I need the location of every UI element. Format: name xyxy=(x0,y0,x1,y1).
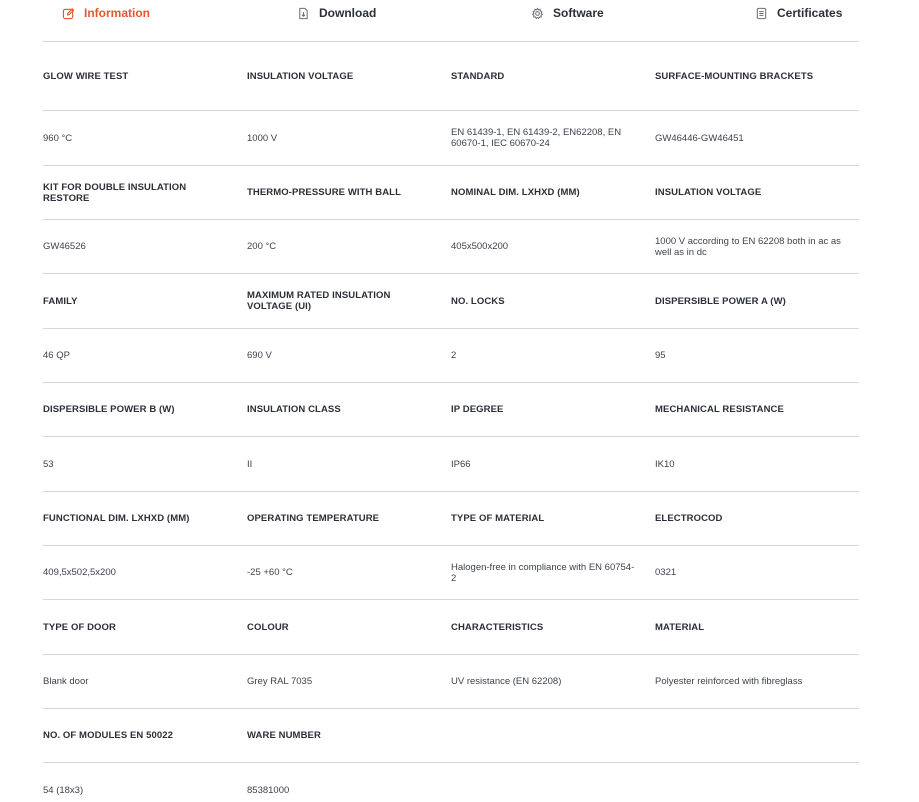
spec-label: No. locks xyxy=(451,295,505,307)
spec-label: Insulation voltage xyxy=(655,187,762,198)
spec-value-row: Blank door Grey RAL 7035 UV resistance (… xyxy=(43,655,859,709)
spec-value: 1000 V according to EN 62208 both in ac … xyxy=(655,235,841,258)
tab-label: Information xyxy=(84,6,150,20)
spec-value: 0321 xyxy=(655,567,677,578)
spec-value: 46 QP xyxy=(43,350,70,361)
tab-label: Certificates xyxy=(777,6,843,20)
spec-label: Kit for double insulation restore xyxy=(43,181,187,204)
spec-label-row: Type of door Colour Characteristics Mate… xyxy=(43,600,859,655)
spec-label-row: Glow wire test Insulation voltage Standa… xyxy=(43,42,859,111)
spec-label: Family xyxy=(43,295,78,307)
tab-software[interactable]: Software xyxy=(531,5,604,21)
spec-value: 2 xyxy=(451,350,457,361)
gear-icon xyxy=(531,6,544,20)
spec-label: Type of door xyxy=(43,621,116,633)
spec-value: Grey RAL 7035 xyxy=(247,676,313,687)
spec-value: 405x500x200 xyxy=(451,241,509,252)
spec-label-row: Functional dim. LxHxD (mm) Operating tem… xyxy=(43,492,859,546)
spec-value: 95 xyxy=(655,350,666,361)
edit-icon xyxy=(62,7,75,20)
tab-certificates[interactable]: Certificates xyxy=(755,5,842,21)
spec-value: 960 °C xyxy=(43,132,73,144)
spec-value: IP66 xyxy=(451,458,471,470)
spec-value: 85381000 xyxy=(247,784,290,796)
spec-label: Nominal dim. LxHxD (mm) xyxy=(451,187,580,198)
spec-label: Standard xyxy=(451,70,505,82)
spec-label: Insulation class xyxy=(247,404,341,415)
spec-label: Mechanical resistance xyxy=(655,404,784,415)
spec-label: Colour xyxy=(247,621,289,633)
spec-value: -25 +60 °C xyxy=(247,567,293,578)
document-icon xyxy=(755,7,768,20)
spec-value: GW46446-GW46451 xyxy=(655,132,744,144)
spec-label: Thermo-pressure with ball xyxy=(247,187,401,198)
spec-value-row: 960 °C 1000 V EN 61439-1, EN 61439-2, EN… xyxy=(43,111,859,166)
spec-label: Dispersible power B (W) xyxy=(43,404,175,415)
spec-value: UV resistance (EN 62208) xyxy=(451,676,562,687)
spec-value-row: 409,5x502,5x200 -25 +60 °C Halogen-free … xyxy=(43,546,859,600)
spec-label-row: No. of modules EN 50022 Ware number xyxy=(43,709,859,763)
tab-bar: Information Download Software Certificat… xyxy=(43,0,859,42)
spec-label: Dispersible power A (W) xyxy=(655,295,786,307)
spec-label: Functional dim. LxHxD (mm) xyxy=(43,513,190,524)
spec-value: EN 61439-1, EN 61439-2, EN62208, EN 6067… xyxy=(451,127,622,149)
spec-label: Operating temperature xyxy=(247,513,380,524)
specifications-table: Glow wire test Insulation voltage Standa… xyxy=(43,42,859,802)
spec-value-row: 46 QP 690 V 2 95 xyxy=(43,329,859,383)
spec-label: Surface-mounting brackets xyxy=(655,70,814,82)
spec-label-row: Family Maximum rated insulation voltage … xyxy=(43,274,859,329)
spec-label: Characteristics xyxy=(451,621,544,633)
tab-label: Software xyxy=(553,6,604,20)
spec-value: Polyester reinforced with fibreglass xyxy=(655,676,803,687)
spec-label: Electrocod xyxy=(655,513,723,524)
spec-label: Glow wire test xyxy=(43,70,129,82)
spec-label-row: Kit for double insulation restore Thermo… xyxy=(43,166,859,220)
spec-label: IP degree xyxy=(451,404,504,415)
spec-value: 54 (18x3) xyxy=(43,784,84,796)
spec-value: 1000 V xyxy=(247,132,278,144)
tab-information[interactable]: Information xyxy=(62,5,150,21)
spec-label: Type of material xyxy=(451,513,545,524)
spec-label: No. of modules EN 50022 xyxy=(43,730,174,741)
spec-value-row: 54 (18x3) 85381000 xyxy=(43,763,859,802)
spec-value: Blank door xyxy=(43,676,89,687)
spec-value-row: 53 II IP66 IK10 xyxy=(43,437,859,492)
tab-download[interactable]: Download xyxy=(297,5,376,21)
spec-value: 690 V xyxy=(247,350,272,361)
spec-value: 53 xyxy=(43,458,54,470)
tab-label: Download xyxy=(319,6,377,20)
spec-value: 409,5x502,5x200 xyxy=(43,567,116,578)
spec-label: Maximum rated insulation voltage (Ui) xyxy=(247,290,391,312)
download-file-icon xyxy=(297,7,310,20)
spec-value: 200 °C xyxy=(247,241,277,252)
spec-value: IK10 xyxy=(655,458,675,470)
spec-label: Material xyxy=(655,621,705,633)
spec-value: Halogen-free in compliance with EN 60754… xyxy=(451,561,635,584)
spec-label-row: Dispersible power B (W) Insulation class… xyxy=(43,383,859,437)
spec-value-row: GW46526 200 °C 405x500x200 1000 V accord… xyxy=(43,220,859,274)
spec-label: Insulation voltage xyxy=(247,70,354,82)
spec-value: GW46526 xyxy=(43,241,86,252)
spec-label: Ware number xyxy=(247,730,321,741)
spec-value: II xyxy=(247,458,253,470)
